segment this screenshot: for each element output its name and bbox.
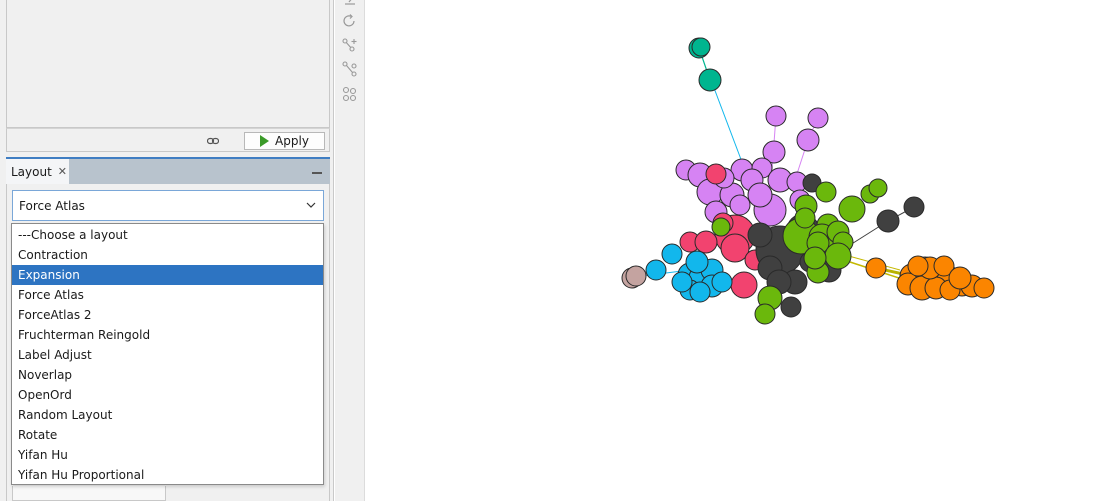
graph-nodes[interactable] (621, 37, 995, 325)
chevron-down-icon (306, 202, 316, 208)
layout-option[interactable]: ForceAtlas 2 (12, 305, 323, 325)
shortest-path-icon[interactable] (342, 86, 358, 102)
graph-node[interactable] (729, 194, 751, 216)
layout-option[interactable]: Force Atlas (12, 285, 323, 305)
layout-dropdown-list: ---Choose a layout Contraction Expansion… (11, 223, 324, 485)
app-window: Apply Layout ✕ Force Atlas ---Choose a l… (0, 0, 1108, 501)
graph-node[interactable] (747, 222, 773, 248)
graph-node[interactable] (754, 303, 776, 325)
layout-option[interactable]: Yifan Hu (12, 445, 323, 465)
graph-node[interactable] (671, 271, 693, 293)
graph-node[interactable] (973, 277, 995, 299)
edge-select-icon[interactable] (342, 61, 358, 77)
rotate-icon[interactable] (342, 13, 358, 29)
layout-select-value: Force Atlas (19, 198, 85, 213)
graph-node[interactable] (865, 257, 887, 279)
link-icon[interactable] (207, 136, 219, 146)
graph-node[interactable] (625, 265, 647, 287)
node-pencil-icon[interactable] (342, 0, 358, 8)
layout-panel-header: Layout ✕ (6, 157, 330, 184)
graph-node[interactable] (796, 128, 820, 152)
tab-layout-label: Layout (11, 164, 52, 179)
filters-action-bar: Apply (6, 128, 330, 152)
layout-option[interactable]: Fruchterman Reingold (12, 325, 323, 345)
layout-option[interactable]: ---Choose a layout (12, 225, 323, 245)
graph-node[interactable] (876, 209, 900, 233)
graph-node[interactable] (903, 196, 925, 218)
layout-option[interactable]: Noverlap (12, 365, 323, 385)
graph-canvas[interactable] (366, 0, 1108, 501)
add-edge-icon[interactable] (342, 37, 358, 53)
graph-node[interactable] (645, 259, 667, 281)
graph-node[interactable] (794, 207, 816, 229)
layout-option-highlighted[interactable]: Expansion (12, 265, 323, 285)
graph-node[interactable] (685, 250, 709, 274)
graph-node[interactable] (803, 246, 827, 270)
layout-select[interactable]: Force Atlas (12, 190, 324, 221)
minimize-icon[interactable] (312, 172, 322, 174)
graph-node[interactable] (838, 195, 866, 223)
layout-option[interactable]: Label Adjust (12, 345, 323, 365)
graph-node[interactable] (711, 271, 733, 293)
graph-node[interactable] (815, 181, 837, 203)
graph-edge (710, 79, 746, 171)
graph-node[interactable] (824, 242, 852, 270)
graph-node[interactable] (689, 281, 711, 303)
apply-button-label: Apply (275, 134, 309, 148)
graph-node[interactable] (705, 163, 727, 185)
layout-option[interactable]: Contraction (12, 245, 323, 265)
graph-node[interactable] (907, 255, 929, 277)
graph-node[interactable] (730, 271, 758, 299)
network-graph[interactable] (366, 0, 1108, 501)
graph-node[interactable] (948, 266, 972, 290)
tab-layout[interactable]: Layout ✕ (6, 159, 69, 184)
graph-node[interactable] (661, 243, 683, 265)
graph-node[interactable] (698, 68, 722, 92)
graph-toolbar (335, 0, 365, 501)
filters-panel (6, 0, 330, 128)
play-icon (260, 135, 270, 147)
layout-option[interactable]: OpenOrd (12, 385, 323, 405)
graph-node[interactable] (765, 105, 787, 127)
close-icon[interactable]: ✕ (58, 165, 67, 178)
graph-node[interactable] (780, 296, 802, 318)
graph-node[interactable] (747, 182, 773, 208)
graph-node[interactable] (691, 37, 711, 57)
layout-option[interactable]: Random Layout (12, 405, 323, 425)
apply-button[interactable]: Apply (244, 132, 325, 150)
panel-bottom-strip (12, 486, 166, 501)
graph-node[interactable] (711, 217, 731, 237)
graph-node[interactable] (807, 107, 829, 129)
layout-option[interactable]: Rotate (12, 425, 323, 445)
layout-option[interactable]: Yifan Hu Proportional (12, 465, 323, 485)
graph-node[interactable] (868, 178, 888, 198)
graph-node[interactable] (694, 230, 718, 254)
